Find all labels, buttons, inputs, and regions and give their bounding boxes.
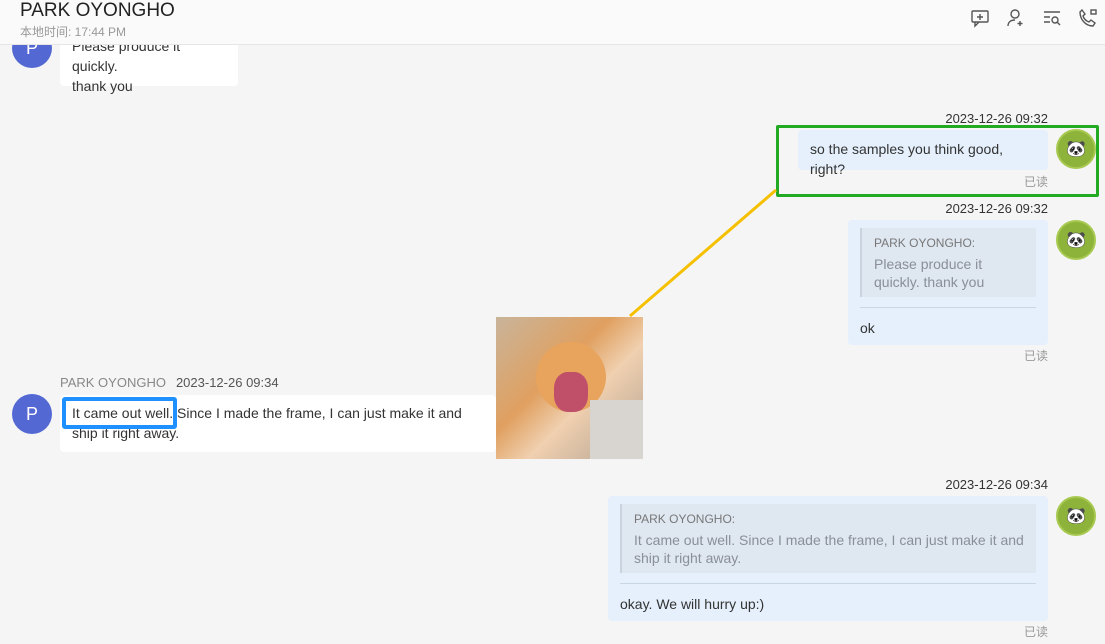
search-history-icon[interactable] (1042, 8, 1062, 28)
add-chat-icon[interactable] (970, 8, 990, 28)
chat-header: PARK OYONGHO 本地时间: 17:44 PM (0, 0, 1105, 45)
call-icon[interactable] (1078, 8, 1098, 28)
local-time: 本地时间: 17:44 PM (20, 25, 127, 39)
add-member-icon[interactable] (1006, 8, 1026, 28)
chat-title: PARK OYONGHO (20, 0, 175, 21)
thumbs-up-image (590, 400, 643, 459)
dog-mouth (554, 372, 588, 412)
dog-sticker-image[interactable] (496, 317, 643, 459)
